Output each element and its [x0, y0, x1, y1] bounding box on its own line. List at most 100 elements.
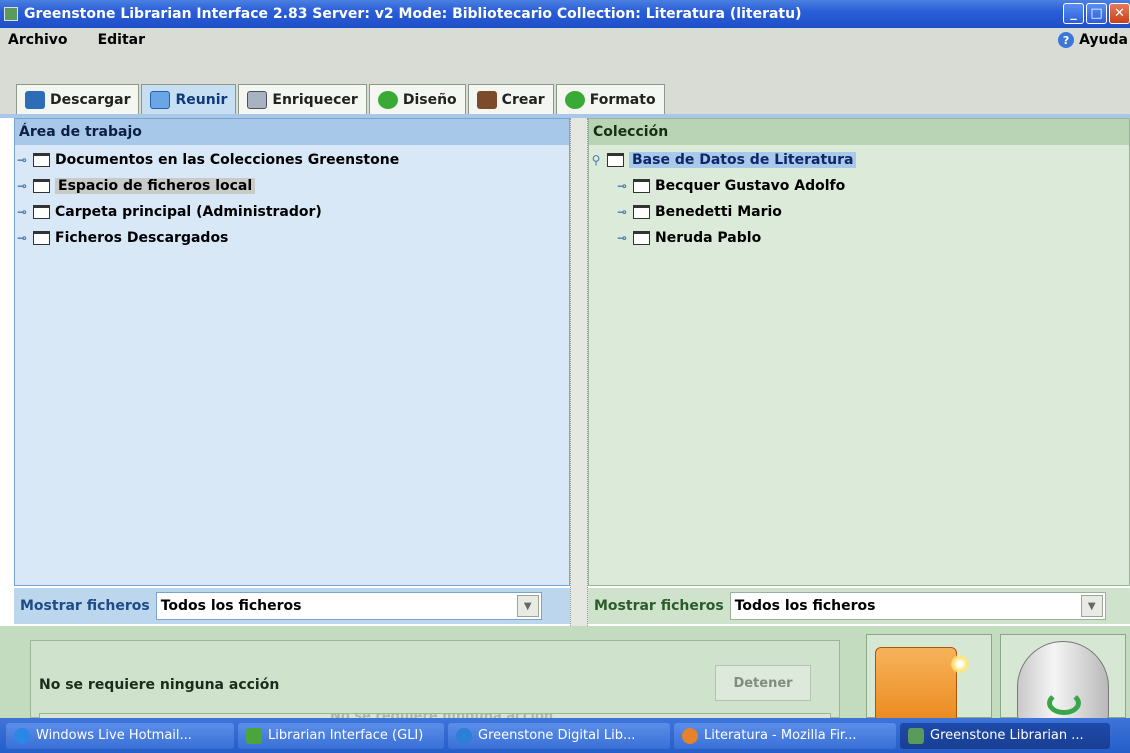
taskbar-label: Librarian Interface (GLI) [268, 728, 424, 743]
node-label: Becquer Gustavo Adolfo [655, 178, 846, 194]
tab-crear[interactable]: Crear [467, 84, 554, 114]
folder-icon [633, 179, 650, 193]
tab-diseno[interactable]: Diseño [368, 84, 466, 114]
greenstone-app-icon [4, 7, 18, 21]
tree-node-ficheros-descargados[interactable]: ⊸ Ficheros Descargados [15, 225, 569, 251]
node-label: Neruda Pablo [655, 230, 762, 246]
node-label: Base de Datos de Literatura [629, 152, 857, 168]
collection-header: Colección [589, 119, 1129, 145]
tab-label: Crear [501, 91, 545, 108]
enrich-icon [247, 90, 268, 109]
greenstone-icon [908, 727, 924, 744]
stop-button[interactable]: Detener [715, 665, 811, 701]
tab-reunir[interactable]: Reunir [141, 84, 237, 114]
taskbar-label: Greenstone Librarian ... [930, 728, 1084, 743]
taskbar-item-greenstone-librarian[interactable]: Greenstone Librarian ... [900, 722, 1110, 749]
filter-label: Mostrar ficheros [594, 598, 724, 614]
tree-node-root[interactable]: ⚲ Base de Datos de Literatura [589, 147, 1129, 173]
tab-bar: Descargar Reunir Enriquecer Diseño Crear… [0, 52, 1130, 118]
tab-descargar[interactable]: Descargar [16, 84, 140, 114]
tree-node-benedetti[interactable]: ⊸ Benedetti Mario [589, 199, 1129, 225]
taskbar-label: Greenstone Digital Lib... [478, 728, 636, 743]
chevron-down-icon[interactable]: ▼ [516, 595, 539, 617]
folder-icon [33, 153, 50, 167]
menu-archivo[interactable]: Archivo [0, 32, 76, 48]
filter-label: Mostrar ficheros [20, 598, 150, 614]
maximize-icon[interactable]: □ [1086, 3, 1107, 24]
folder-icon [633, 205, 650, 219]
node-label: Documentos en las Colecciones Greenstone [55, 152, 400, 168]
pane-splitter[interactable] [570, 118, 588, 626]
folder-icon [33, 231, 50, 245]
sparkle-icon [951, 655, 969, 673]
taskbar-item-firefox[interactable]: Literatura - Mozilla Fir... [674, 722, 896, 749]
tree-node-neruda[interactable]: ⊸ Neruda Pablo [589, 225, 1129, 251]
internet-explorer-icon [14, 727, 30, 744]
collapse-icon[interactable]: ⚲ [589, 153, 603, 167]
tab-formato[interactable]: Formato [555, 84, 665, 114]
workspace-pane: Área de trabajo ⊸ Documentos en las Cole… [14, 118, 570, 586]
tab-enriquecer[interactable]: Enriquecer [238, 84, 367, 114]
expand-icon[interactable]: ⊸ [15, 231, 29, 245]
tab-label: Diseño [402, 91, 457, 108]
recycle-bin-button[interactable] [1000, 634, 1126, 723]
workspace-tree[interactable]: ⊸ Documentos en las Colecciones Greensto… [15, 145, 569, 251]
status-panel: No se requiere ninguna acción Detener No… [30, 640, 840, 727]
tab-label: Descargar [50, 91, 131, 108]
chevron-down-icon[interactable]: ▼ [1080, 595, 1103, 617]
taskbar-label: Windows Live Hotmail... [36, 728, 192, 743]
gather-icon [150, 90, 171, 109]
gear-icon [564, 90, 585, 109]
tab-label: Enriquecer [272, 91, 358, 108]
node-label: Ficheros Descargados [55, 230, 229, 246]
help-icon: ? [1058, 32, 1075, 48]
tab-label: Reunir [175, 91, 228, 108]
firefox-icon [682, 727, 698, 744]
collection-filter-bar: Mostrar ficheros Todos los ficheros ▼ [588, 588, 1130, 624]
status-message: No se requiere ninguna acción [39, 677, 280, 693]
expand-icon[interactable]: ⊸ [615, 179, 629, 193]
tree-node-documentos[interactable]: ⊸ Documentos en las Colecciones Greensto… [15, 147, 569, 173]
expand-icon[interactable]: ⊸ [15, 179, 29, 193]
tab-row: Descargar Reunir Enriquecer Diseño Crear… [16, 84, 665, 114]
node-label: Espacio de ficheros local [55, 178, 256, 194]
expand-icon[interactable]: ⊸ [615, 231, 629, 245]
tab-label: Formato [589, 91, 656, 108]
help-menu[interactable]: ? Ayuda [1058, 32, 1128, 48]
node-label: Carpeta principal (Administrador) [55, 204, 322, 220]
select-value: Todos los ficheros [734, 598, 876, 614]
menubar: Archivo Editar ? Ayuda [0, 28, 1130, 52]
taskbar-item-gli[interactable]: Librarian Interface (GLI) [238, 722, 444, 749]
gear-icon [377, 90, 398, 109]
collection-pane: Colección ⚲ Base de Datos de Literatura … [588, 118, 1130, 586]
expand-icon[interactable]: ⊸ [615, 205, 629, 219]
expand-icon[interactable]: ⊸ [15, 153, 29, 167]
window-title: Greenstone Librarian Interface 2.83 Serv… [24, 6, 802, 22]
expand-icon[interactable]: ⊸ [15, 205, 29, 219]
select-value: Todos los ficheros [160, 598, 302, 614]
tree-node-carpeta-principal[interactable]: ⊸ Carpeta principal (Administrador) [15, 199, 569, 225]
recycle-arrows-icon [1047, 691, 1081, 715]
minimize-icon[interactable]: _ [1063, 3, 1084, 24]
taskbar-item-greenstone-digital[interactable]: Greenstone Digital Lib... [448, 722, 670, 749]
taskbar-label: Literatura - Mozilla Fir... [704, 728, 857, 743]
download-icon [25, 90, 45, 109]
node-label: Benedetti Mario [655, 204, 782, 220]
workspace-filter-select[interactable]: Todos los ficheros ▼ [155, 592, 542, 620]
folder-icon [607, 153, 624, 167]
close-icon[interactable]: ✕ [1109, 3, 1130, 24]
gli-icon [246, 727, 262, 744]
new-folder-button[interactable] [866, 634, 992, 723]
help-label: Ayuda [1079, 32, 1128, 48]
windows-taskbar: Windows Live Hotmail... Librarian Interf… [0, 718, 1130, 753]
folder-icon [33, 179, 50, 193]
tree-node-becquer[interactable]: ⊸ Becquer Gustavo Adolfo [589, 173, 1129, 199]
tree-node-espacio-local[interactable]: ⊸ Espacio de ficheros local [15, 173, 569, 199]
window-controls: _ □ ✕ [1063, 3, 1130, 24]
window-titlebar[interactable]: Greenstone Librarian Interface 2.83 Serv… [0, 0, 1130, 28]
taskbar-item-hotmail[interactable]: Windows Live Hotmail... [6, 722, 234, 749]
menu-editar[interactable]: Editar [90, 32, 153, 48]
collection-filter-select[interactable]: Todos los ficheros ▼ [729, 592, 1106, 620]
workspace-filter-bar: Mostrar ficheros Todos los ficheros ▼ [14, 588, 570, 624]
collection-tree[interactable]: ⚲ Base de Datos de Literatura ⊸ Becquer … [589, 145, 1129, 251]
